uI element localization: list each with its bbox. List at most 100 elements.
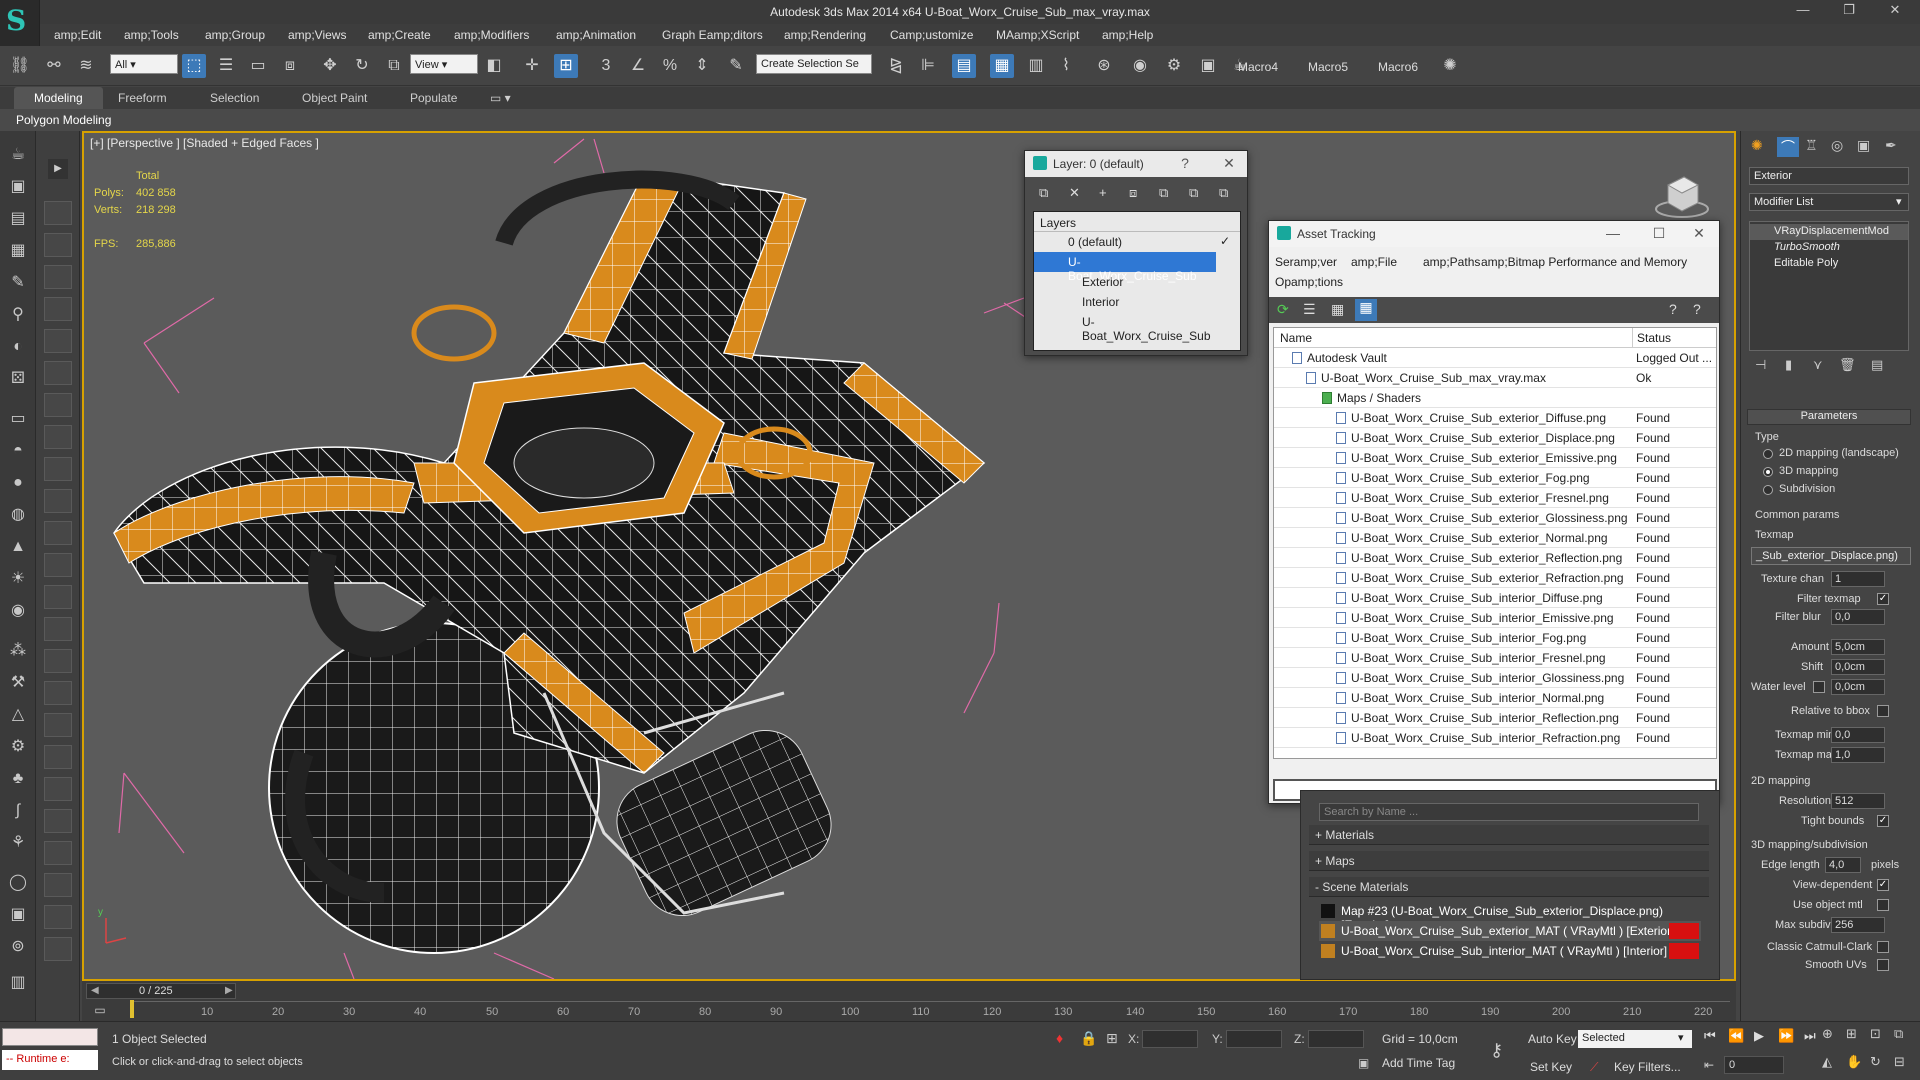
type-subdivision-radio[interactable]: [1763, 485, 1773, 495]
maxscript-listener-mini[interactable]: [2, 1028, 98, 1046]
select-layer-icon[interactable]: ⧈: [1129, 185, 1137, 201]
asset-row[interactable]: U-Boat_Worx_Cruise_Sub_max_vray.max Ok: [1274, 368, 1716, 388]
col-name[interactable]: Name: [1280, 331, 1312, 345]
display-tab-icon[interactable]: ▣: [1857, 137, 1870, 154]
view-dependent-checkbox[interactable]: ✓: [1877, 879, 1889, 891]
vault-options-icon[interactable]: ?: [1693, 301, 1701, 317]
geo-sphere-icon[interactable]: ◍: [6, 503, 30, 527]
asset-row[interactable]: U-Boat_Worx_Cruise_Sub_exterior_Fresnel.…: [1274, 488, 1716, 508]
unlink-icon[interactable]: ⚯: [42, 54, 66, 78]
asset-row[interactable]: U-Boat_Worx_Cruise_Sub_exterior_Emissive…: [1274, 448, 1716, 468]
keyboard-shortcut-override-icon[interactable]: ⊞: [554, 54, 578, 78]
max-subdivs-input[interactable]: 256: [1831, 917, 1885, 933]
list-view-icon[interactable]: ☰: [1303, 301, 1316, 318]
make-unique-icon[interactable]: ⋎: [1813, 357, 1823, 373]
render-frame-icon[interactable]: ▣: [6, 903, 30, 927]
scene-list-icon[interactable]: ▤: [6, 207, 30, 231]
x-coord-input[interactable]: [1142, 1030, 1198, 1048]
asset-row[interactable]: Maps / Shaders: [1274, 388, 1716, 408]
resolution-input[interactable]: 512: [1831, 793, 1885, 809]
add-time-tag[interactable]: Add Time Tag: [1382, 1056, 1455, 1070]
selection-lock-icon[interactable]: 🔒: [1080, 1030, 1097, 1047]
grid-tool-19[interactable]: [44, 777, 72, 801]
delete-layer-icon[interactable]: ✕: [1069, 185, 1080, 201]
asset-row[interactable]: U-Boat_Worx_Cruise_Sub_exterior_Displace…: [1274, 428, 1716, 448]
type-2d-radio[interactable]: [1763, 449, 1773, 459]
vault-help-icon[interactable]: ?: [1669, 301, 1677, 317]
rendered-frame-icon[interactable]: ▣: [1196, 54, 1220, 78]
time-slider[interactable]: ◀ 0 / 225 ▶: [86, 983, 236, 999]
plane-icon[interactable]: ▭: [6, 407, 30, 431]
snaps-toggle-icon[interactable]: 3: [594, 54, 618, 78]
set-key-button[interactable]: Set Key: [1530, 1060, 1572, 1074]
grid-tool-4[interactable]: [44, 297, 72, 321]
create-box-icon[interactable]: ▣: [6, 175, 30, 199]
time-tag-icon[interactable]: ▣: [1358, 1056, 1369, 1070]
menu-tools[interactable]: amp;Tools: [124, 28, 179, 42]
group-materials[interactable]: + Materials: [1309, 825, 1709, 845]
link-icon[interactable]: ⛓: [8, 54, 32, 78]
filter-texmap-checkbox[interactable]: ✓: [1877, 593, 1889, 605]
go-to-end-icon[interactable]: ⏭: [1804, 1028, 1816, 1044]
zoom-extents-all-icon[interactable]: ⧉: [1894, 1026, 1903, 1042]
asset-close-button[interactable]: ✕: [1689, 225, 1709, 243]
asset-row[interactable]: U-Boat_Worx_Cruise_Sub_interior_Glossine…: [1274, 668, 1716, 688]
layer-item-exterior[interactable]: Exterior: [1034, 272, 1240, 292]
grid-tool-10[interactable]: [44, 489, 72, 513]
ribbon-subtitle[interactable]: Polygon Modeling: [16, 113, 111, 127]
asset-menu-server[interactable]: Seramp;ver: [1275, 255, 1337, 269]
grid-tool-9[interactable]: [44, 457, 72, 481]
use-object-mtl-checkbox[interactable]: [1877, 899, 1889, 911]
stack-item-editable-poly[interactable]: Editable Poly: [1750, 256, 1908, 272]
asset-menu-file[interactable]: amp;File: [1351, 255, 1397, 269]
tab-modeling[interactable]: Modeling: [14, 87, 103, 109]
macro6-button[interactable]: Macro6: [1378, 60, 1418, 74]
filter-blur-input[interactable]: 0,0: [1831, 609, 1885, 625]
highlight-layer-icon[interactable]: ⧉: [1159, 185, 1168, 201]
tab-object-paint[interactable]: Object Paint: [302, 91, 367, 105]
help-button[interactable]: ?: [1175, 155, 1195, 173]
expand-arrow-icon[interactable]: ▶: [48, 159, 68, 179]
stack-item-vraydisplacement[interactable]: VRayDisplacementMod: [1750, 224, 1908, 240]
rect-selection-icon[interactable]: ▭: [246, 54, 270, 78]
isolate-selection-icon[interactable]: ♦: [1056, 1030, 1063, 1046]
current-frame-marker[interactable]: [130, 1000, 134, 1018]
new-layer-icon[interactable]: ⧉: [1039, 185, 1048, 201]
tab-selection[interactable]: Selection: [210, 91, 259, 105]
texmap-button[interactable]: _Sub_exterior_Displace.png): [1751, 547, 1911, 565]
group-scene-materials[interactable]: - Scene Materials: [1309, 877, 1709, 897]
grid-tool-2[interactable]: [44, 233, 72, 257]
asset-row[interactable]: U-Boat_Worx_Cruise_Sub_exterior_Diffuse.…: [1274, 408, 1716, 428]
layer-manager-icon[interactable]: ▦: [990, 54, 1014, 78]
absolute-mode-icon[interactable]: ⊞: [1106, 1030, 1118, 1047]
grid-tool-12[interactable]: [44, 553, 72, 577]
refresh-icon[interactable]: ⟳: [1277, 301, 1289, 318]
menu-help[interactable]: amp;Help: [1102, 28, 1153, 42]
timeline-ruler[interactable]: 10 20 30 40 50 60 70 80 90 100 110 120 130 140 150 160 1…: [130, 1000, 1730, 1021]
material-editor-icon[interactable]: ◉: [1128, 54, 1152, 78]
pan-icon[interactable]: ✋: [1846, 1054, 1862, 1070]
layer-item-default[interactable]: 0 (default) ✓: [1034, 232, 1240, 252]
play-icon[interactable]: ▶: [1754, 1028, 1764, 1044]
percent-snap-icon[interactable]: %: [658, 54, 682, 78]
select-manipulate-icon[interactable]: ✛: [520, 54, 544, 78]
asset-menu-bitmap[interactable]: amp;Bitmap Performance and Memory: [1481, 255, 1687, 269]
grid-tool-13[interactable]: [44, 585, 72, 609]
sun-icon[interactable]: ☀: [6, 567, 30, 591]
macro4-button[interactable]: Macro4: [1238, 60, 1278, 74]
layer-item-object[interactable]: U-Boat_Worx_Cruise_Sub: [1034, 312, 1240, 343]
stack-item-turbosmooth[interactable]: TurboSmooth: [1750, 240, 1908, 256]
app-logo[interactable]: S: [0, 0, 40, 46]
menu-views[interactable]: amp;Views: [288, 28, 346, 42]
grid-tool-24[interactable]: [44, 937, 72, 961]
grid-tool-6[interactable]: [44, 361, 72, 385]
asset-maximize-button[interactable]: ☐: [1649, 225, 1669, 243]
grid-tool-23[interactable]: [44, 905, 72, 929]
named-selection-set-input[interactable]: Create Selection Se: [756, 54, 872, 74]
modify-tab-icon[interactable]: ⌒: [1777, 137, 1799, 157]
grid-tool-5[interactable]: [44, 329, 72, 353]
grid-tool-16[interactable]: [44, 681, 72, 705]
select-object-icon[interactable]: ⬚: [182, 54, 206, 78]
scene-material-item-interior[interactable]: U-Boat_Worx_Cruise_Sub_interior_MAT ( VR…: [1319, 941, 1701, 961]
relative-bbox-checkbox[interactable]: [1877, 705, 1889, 717]
